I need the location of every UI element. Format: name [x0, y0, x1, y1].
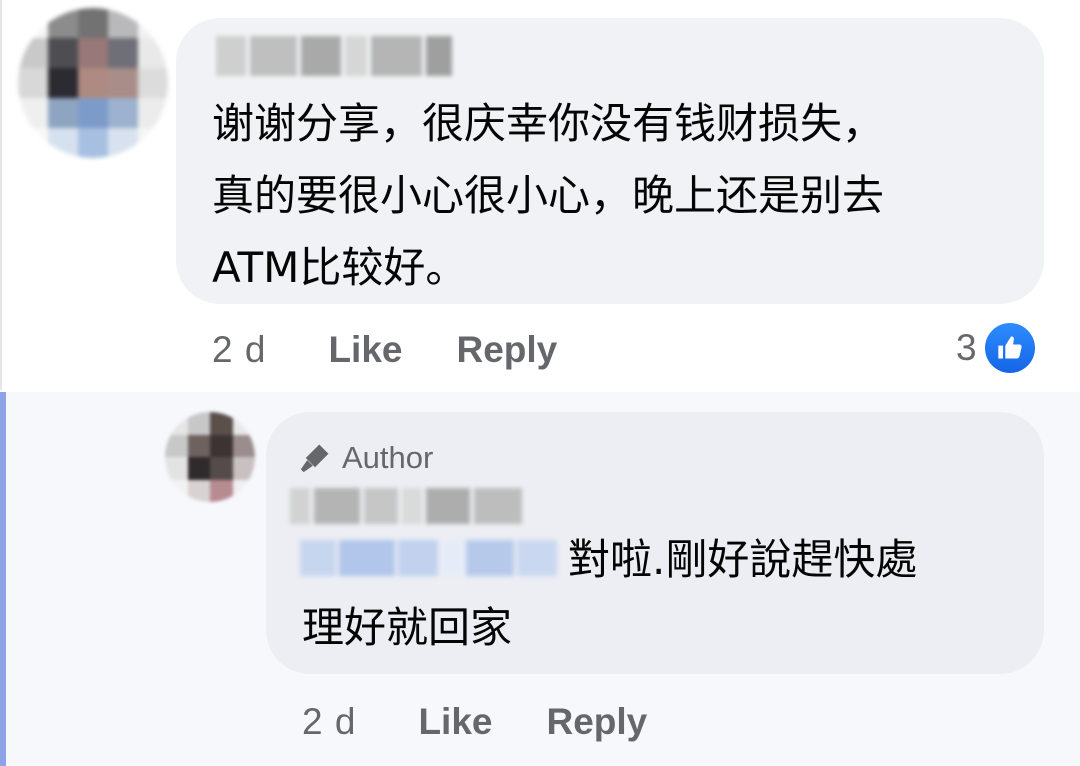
author-reply-actions: 2 d Like Reply [302, 694, 647, 750]
reply-reply-button[interactable]: Reply [546, 701, 647, 743]
like-button[interactable]: Like [328, 329, 402, 371]
author-avatar[interactable] [165, 412, 255, 502]
author-name-redacted[interactable] [290, 488, 526, 524]
feed-left-border [0, 0, 2, 390]
author-badge-label: Author [342, 440, 434, 475]
comment-thread: 谢谢分享，很庆幸你没有钱财损失， 真的要很小心很小心，晚上还是别去 ATM比较好… [0, 0, 1080, 766]
like-thumbs-up-icon [984, 323, 1035, 373]
author-reply-text-line1: 對啦.剛好說趕快處 [568, 535, 918, 584]
commenter-name-redacted[interactable] [216, 36, 452, 76]
reaction-count: 3 [956, 327, 977, 368]
microphone-icon [298, 441, 332, 475]
mentioned-user-redacted[interactable] [300, 540, 558, 576]
reply-button[interactable]: Reply [456, 329, 557, 371]
comment-actions: 2 d Like Reply [212, 322, 557, 378]
comment-timestamp[interactable]: 2 d [212, 329, 266, 371]
author-reply-text-line2: 理好就回家 [302, 603, 513, 652]
author-badge: Author [298, 436, 433, 480]
commenter-avatar[interactable] [18, 8, 168, 158]
comment-text: 谢谢分享，很庆幸你没有钱财损失， 真的要很小心很小心，晚上还是别去 ATM比较好… [212, 99, 885, 292]
reply-timestamp[interactable]: 2 d [302, 701, 356, 743]
reaction-summary[interactable]: 3 [956, 322, 1035, 374]
reply-thread-accent-bar [0, 392, 6, 766]
reply-like-button[interactable]: Like [418, 701, 492, 743]
